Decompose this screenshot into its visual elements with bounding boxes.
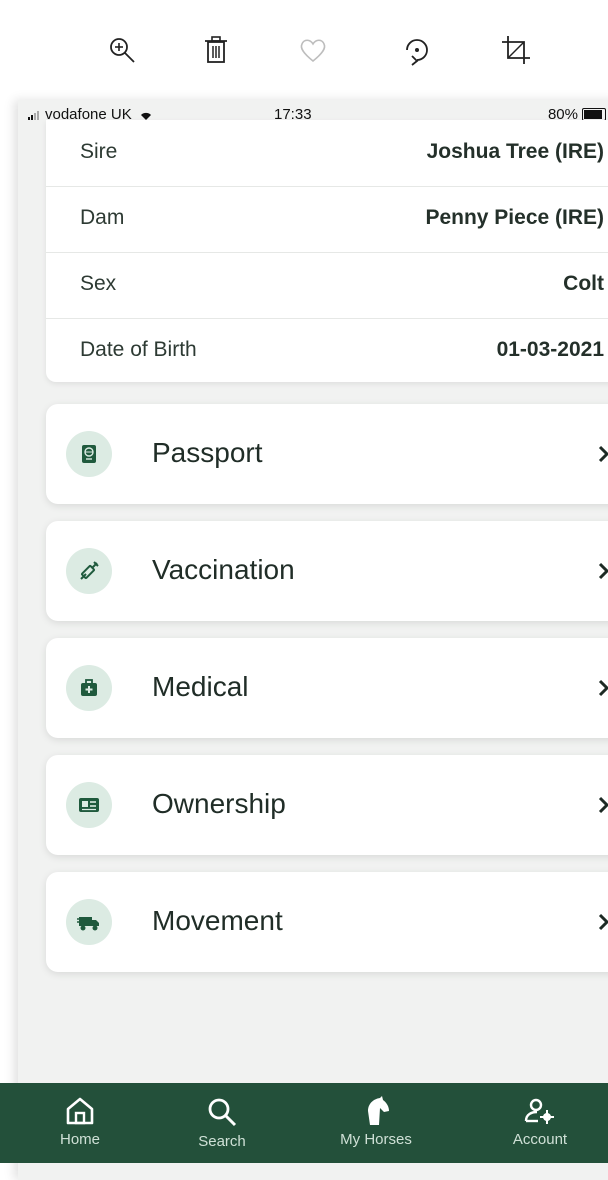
detail-value: Joshua Tree (IRE)	[426, 140, 604, 163]
detail-value: Colt	[563, 272, 604, 295]
chevron-right-icon	[598, 679, 608, 697]
home-icon	[66, 1097, 94, 1125]
nav-label: Account	[512, 1131, 568, 1148]
medical-kit-icon	[66, 665, 112, 711]
wifi-icon	[140, 112, 151, 120]
passport-icon	[66, 431, 112, 477]
syringe-icon	[66, 548, 112, 594]
menu-item-label: Movement	[152, 905, 283, 936]
detail-row-dam: Dam Penny Piece (IRE)	[46, 186, 608, 253]
menu-item-medical[interactable]: Medical	[46, 638, 608, 738]
chevron-right-icon	[598, 796, 608, 814]
detail-label: Date of Birth	[80, 338, 197, 361]
detail-label: Dam	[80, 206, 125, 229]
menu-item-passport[interactable]: Passport	[46, 404, 608, 504]
crop-icon[interactable]	[496, 30, 536, 70]
nav-label: Home	[59, 1131, 100, 1148]
menu-item-vaccination[interactable]: Vaccination	[46, 521, 608, 621]
detail-value: Penny Piece (IRE)	[425, 206, 604, 229]
search-icon	[208, 1098, 237, 1127]
chevron-right-icon	[598, 445, 608, 463]
menu-item-label: Passport	[152, 437, 263, 468]
menu-item-label: Vaccination	[152, 554, 295, 585]
nav-item-search[interactable]: Search	[192, 1095, 252, 1155]
heart-icon[interactable]	[293, 30, 333, 70]
nav-item-my-horses[interactable]: My Horses	[340, 1095, 412, 1155]
menu-item-ownership[interactable]: Ownership	[46, 755, 608, 855]
signal-icon	[28, 109, 39, 120]
detail-row-sex: Sex Colt	[46, 252, 608, 319]
chevron-right-icon	[598, 913, 608, 931]
nav-item-home[interactable]: Home	[50, 1095, 110, 1155]
nav-item-account[interactable]: Account	[510, 1095, 570, 1155]
photo-viewer-toolbar	[0, 0, 608, 100]
detail-label: Sire	[80, 140, 118, 163]
id-card-icon	[66, 782, 112, 828]
trash-icon[interactable]	[196, 30, 236, 70]
menu-item-movement[interactable]: Movement	[46, 872, 608, 972]
bottom-navigation: Home Search My Horses Account	[0, 1083, 608, 1163]
nav-label: Search	[198, 1133, 246, 1150]
screenshot-frame: vodafone UK 17:33 80% Sire Joshua Tree (…	[18, 100, 608, 1180]
zoom-in-icon[interactable]	[102, 30, 142, 70]
detail-value: 01-03-2021	[496, 338, 604, 361]
chevron-right-icon	[598, 562, 608, 580]
account-settings-icon	[524, 1098, 554, 1124]
horsebox-icon	[66, 899, 112, 945]
detail-row-sire: Sire Joshua Tree (IRE)	[46, 120, 608, 187]
horse-head-icon	[368, 1096, 389, 1125]
rotate-icon[interactable]	[397, 30, 437, 70]
menu-item-label: Medical	[152, 671, 249, 702]
detail-row-date-of-birth: Date of Birth 01-03-2021	[46, 318, 608, 384]
nav-label: My Horses	[340, 1131, 412, 1148]
horse-details-card: Sire Joshua Tree (IRE) Dam Penny Piece (…	[46, 120, 608, 382]
menu-item-label: Ownership	[152, 788, 286, 819]
detail-label: Sex	[80, 272, 117, 295]
